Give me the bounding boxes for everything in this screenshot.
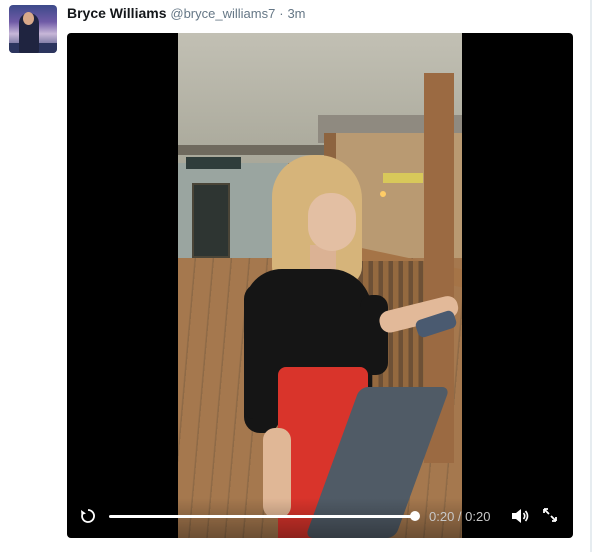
doorway: [192, 183, 230, 258]
video-frame[interactable]: [178, 33, 462, 538]
tweet-timestamp[interactable]: 3m: [287, 6, 305, 21]
shop-sign: [383, 173, 423, 183]
author-name[interactable]: Bryce Williams: [67, 5, 166, 21]
tweet: Bryce Williams @bryce_williams7 · 3m 0:2…: [0, 0, 592, 552]
tweet-header: Bryce Williams @bryce_williams7 · 3m: [67, 4, 306, 22]
author-handle[interactable]: @bryce_williams7: [170, 6, 275, 21]
progress-knob[interactable]: [410, 511, 420, 521]
header-separator: ·: [279, 6, 284, 21]
avatar-face: [23, 12, 34, 25]
time-display: 0:20 / 0:20: [429, 509, 491, 524]
wall-sign: [186, 157, 241, 169]
progress-bar[interactable]: [109, 511, 420, 521]
reporter-arm-right: [360, 295, 388, 375]
avatar[interactable]: [9, 5, 57, 53]
volume-icon[interactable]: [510, 507, 530, 525]
fullscreen-icon[interactable]: [541, 506, 559, 524]
lamp: [380, 191, 386, 197]
reporter-face: [308, 193, 356, 251]
replay-icon[interactable]: [79, 507, 97, 525]
video-controls: 0:20 / 0:20: [67, 498, 573, 538]
video-player[interactable]: 0:20 / 0:20: [67, 33, 573, 538]
